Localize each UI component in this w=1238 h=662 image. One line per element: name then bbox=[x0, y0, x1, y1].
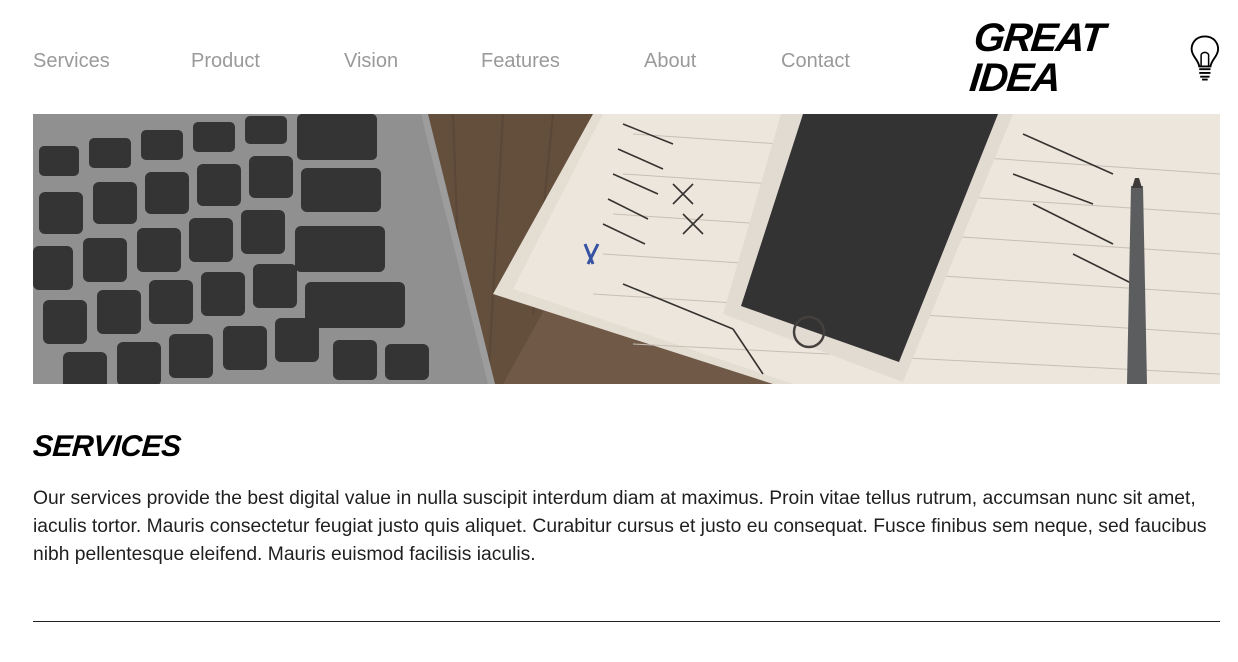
nav-product[interactable]: Product bbox=[191, 50, 260, 73]
section-title: SERVICES bbox=[31, 430, 182, 463]
logo-text: GREAT IDEA bbox=[967, 16, 1106, 100]
lightbulb-icon bbox=[1191, 35, 1220, 81]
workspace-photo bbox=[33, 114, 1220, 384]
hero-image bbox=[33, 114, 1220, 384]
section-body: Our services provide the best digital va… bbox=[33, 488, 1207, 565]
nav-features[interactable]: Features bbox=[481, 50, 560, 73]
logo[interactable]: GREAT IDEA bbox=[968, 16, 1222, 100]
nav-services[interactable]: Services bbox=[33, 50, 110, 73]
nav-contact[interactable]: Contact bbox=[781, 50, 850, 73]
nav-vision[interactable]: Vision bbox=[344, 50, 398, 73]
nav-about[interactable]: About bbox=[644, 50, 696, 73]
divider bbox=[33, 621, 1220, 622]
